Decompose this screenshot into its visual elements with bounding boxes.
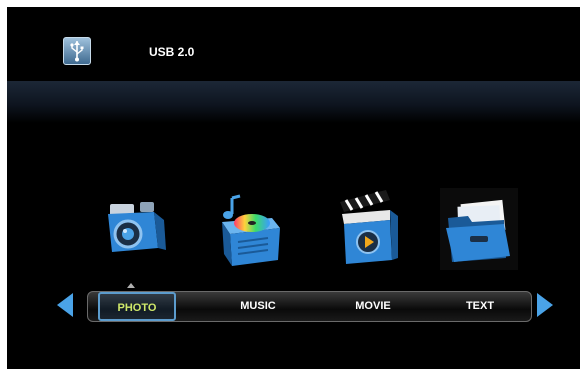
camera-icon [108,202,166,252]
menu-item-movie[interactable]: MOVIE [333,292,413,321]
menu-item-text[interactable]: TEXT [440,292,520,321]
music-disc-icon [222,194,280,266]
scroll-right-arrow-icon[interactable] [537,293,553,317]
category-menu-bar: PHOTO MUSIC MOVIE TEXT [87,291,532,322]
text-tile[interactable] [440,188,518,270]
scroll-left-arrow-icon[interactable] [57,293,73,317]
folder-icon [440,188,518,270]
header-bar: USB 2.0 [7,7,580,81]
device-title: USB 2.0 [149,45,195,59]
header-band [7,81,580,123]
menu-item-photo[interactable]: PHOTO [98,292,176,321]
selection-caret [127,283,135,288]
photo-tile[interactable] [98,188,176,270]
menu-item-music[interactable]: MUSIC [218,292,298,321]
movie-tile[interactable] [330,188,408,270]
music-tile[interactable] [212,188,290,270]
clapperboard-icon [340,190,398,264]
usb-drive-icon [63,37,91,65]
